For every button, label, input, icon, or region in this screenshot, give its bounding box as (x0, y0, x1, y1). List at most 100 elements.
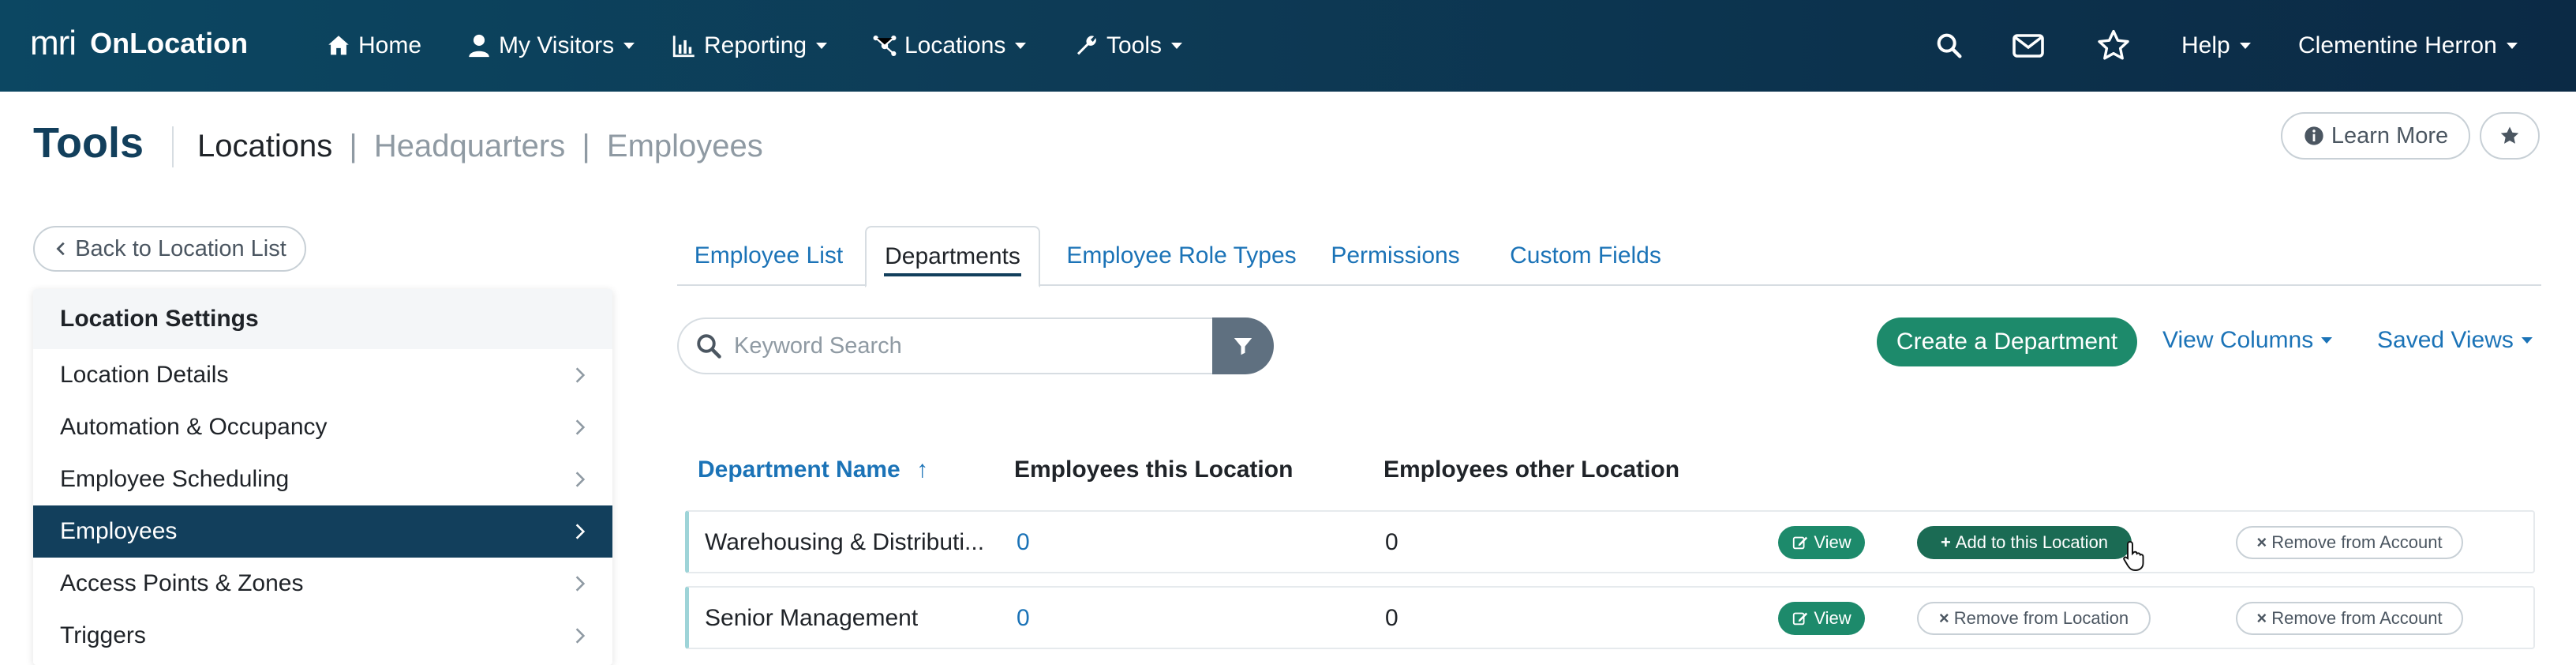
tab-bar: Employee List Departments Employee Role … (677, 226, 2541, 287)
nav-reporting[interactable]: Reporting (671, 30, 828, 62)
employees-other-location-cell: 0 (1385, 605, 1398, 631)
back-button-label: Back to Location List (75, 235, 286, 261)
sidebar-item-employee-scheduling[interactable]: Employee Scheduling (33, 453, 612, 505)
breadcrumb-headquarters: Headquarters (373, 129, 566, 163)
filter-button[interactable] (1212, 317, 1274, 374)
chevron-right-icon (575, 419, 586, 435)
location-settings-heading: Location Settings (33, 289, 612, 349)
edit-icon (1793, 612, 1808, 626)
nav-my-visitors-label: My Visitors (499, 32, 615, 58)
nav-home-label: Home (358, 32, 422, 58)
edit-icon (1793, 536, 1808, 550)
tab-permissions-label: Permissions (1331, 242, 1460, 269)
view-button[interactable]: View (1778, 602, 1865, 635)
learn-more-button[interactable]: Learn More (2281, 112, 2470, 160)
chevron-down-icon (2239, 43, 2251, 49)
nav-tools[interactable]: Tools (1073, 30, 1183, 62)
sidebar-item-label: Automation & Occupancy (60, 414, 328, 440)
nav-home[interactable]: Home (325, 30, 421, 62)
filter-icon (1234, 338, 1252, 355)
info-icon (2305, 126, 2323, 145)
sidebar-item-label: Location Details (60, 362, 229, 388)
breadcrumb-locations[interactable]: Locations (197, 129, 332, 163)
chevron-down-icon (1171, 43, 1183, 49)
top-navigation-bar: mri OnLocation Home My Visitors Reportin… (0, 0, 2576, 92)
tab-permissions[interactable]: Permissions (1316, 226, 1474, 286)
sidebar-item-label: Access Points & Zones (60, 570, 304, 596)
nav-locations[interactable]: Locations (871, 30, 1027, 62)
chevron-down-icon (2506, 43, 2518, 49)
tab-custom-fields[interactable]: Custom Fields (1484, 226, 1687, 286)
column-header-employees-other-location: Employees other Location (1383, 456, 1680, 483)
chevron-right-icon (575, 628, 586, 644)
search-icon[interactable] (1934, 30, 1965, 62)
plus-icon: + (1940, 532, 1951, 552)
sort-ascending-icon: ↑ (916, 456, 929, 483)
nav-tools-label: Tools (1106, 32, 1163, 58)
back-to-location-list-button[interactable]: Back to Location List (33, 226, 306, 272)
tab-employee-list[interactable]: Employee List (677, 226, 860, 286)
nav-help-label: Help (2181, 32, 2230, 58)
remove-from-account-button[interactable]: × Remove from Account (2236, 602, 2463, 635)
learn-more-label: Learn More (2331, 122, 2449, 148)
brand[interactable]: mri OnLocation (30, 24, 248, 63)
sidebar-item-label: Employees (60, 518, 178, 544)
chevron-left-icon (56, 242, 65, 256)
view-columns-label: View Columns (2162, 327, 2314, 353)
remove-from-location-label: Remove from Location (1953, 608, 2129, 628)
employees-other-location-cell: 0 (1385, 529, 1398, 555)
breadcrumb-employees: Employees (606, 129, 763, 163)
add-to-location-label: Add to this Location (1955, 532, 2109, 552)
nav-my-visitors[interactable]: My Visitors (466, 30, 635, 62)
sidebar-item-triggers[interactable]: Triggers (33, 610, 612, 662)
employees-this-location-link[interactable]: 0 (1017, 605, 1030, 632)
add-to-location-button[interactable]: + Add to this Location (1917, 526, 2132, 559)
sidebar-item-employees[interactable]: Employees (33, 505, 612, 558)
nav-reporting-label: Reporting (704, 32, 807, 58)
remove-from-location-button[interactable]: × Remove from Location (1917, 602, 2151, 635)
title-divider (172, 126, 174, 167)
remove-from-account-label: Remove from Account (2271, 532, 2443, 552)
employees-this-location-link[interactable]: 0 (1017, 529, 1030, 556)
sidebar-item-location-details[interactable]: Location Details (33, 349, 612, 401)
view-button-label: View (1814, 532, 1852, 552)
chevron-down-icon (1015, 43, 1027, 49)
mail-icon[interactable] (2009, 27, 2047, 65)
wrench-icon (1076, 36, 1096, 55)
nav-locations-label: Locations (904, 32, 1006, 58)
tab-departments[interactable]: Departments (865, 226, 1040, 287)
star-icon[interactable] (2095, 27, 2132, 65)
column-header-employees-this-location: Employees this Location (1014, 456, 1294, 483)
saved-views-dropdown[interactable]: Saved Views (2377, 327, 2533, 354)
sidebar-item-automation-occupancy[interactable]: Automation & Occupancy (33, 401, 612, 453)
table-row: Warehousing & Distributi... 0 0 View + Add to… (685, 510, 2535, 573)
nav-help[interactable]: Help (2181, 30, 2251, 62)
chart-icon (672, 36, 695, 58)
department-name-cell: Warehousing & Distributi... (705, 529, 985, 555)
keyword-search-input[interactable] (677, 317, 1219, 374)
create-department-button[interactable]: Create a Department (1877, 317, 2137, 366)
page-title: Tools (33, 119, 144, 167)
star-icon (2500, 126, 2519, 144)
favorite-button[interactable] (2480, 112, 2540, 160)
user-name: Clementine Herron (2298, 32, 2497, 58)
table-row: Senior Management 0 0 View × Remove from Loca… (685, 586, 2535, 649)
saved-views-label: Saved Views (2377, 327, 2514, 353)
view-button[interactable]: View (1778, 526, 1865, 559)
remove-from-account-label: Remove from Account (2271, 608, 2443, 628)
sidebar-item-access-points-zones[interactable]: Access Points & Zones (33, 558, 612, 610)
remove-from-account-button[interactable]: × Remove from Account (2236, 526, 2463, 559)
mri-logo: mri (30, 24, 77, 62)
view-columns-dropdown[interactable]: View Columns (2162, 327, 2333, 354)
location-settings-panel: Location Settings Location Details Automa… (33, 289, 612, 665)
close-icon: × (1938, 608, 1949, 628)
search-bar (677, 317, 1274, 374)
tab-employee-role-types[interactable]: Employee Role Types (1054, 226, 1309, 286)
view-button-label: View (1814, 608, 1852, 628)
sidebar-item-label: Employee Scheduling (60, 466, 290, 492)
sidebar-item-label: Triggers (60, 622, 146, 648)
close-icon: × (2256, 608, 2267, 628)
column-header-department-name[interactable]: Department Name ↑ (698, 456, 928, 483)
chevron-right-icon (575, 367, 586, 383)
user-menu[interactable]: Clementine Herron (2298, 30, 2518, 62)
